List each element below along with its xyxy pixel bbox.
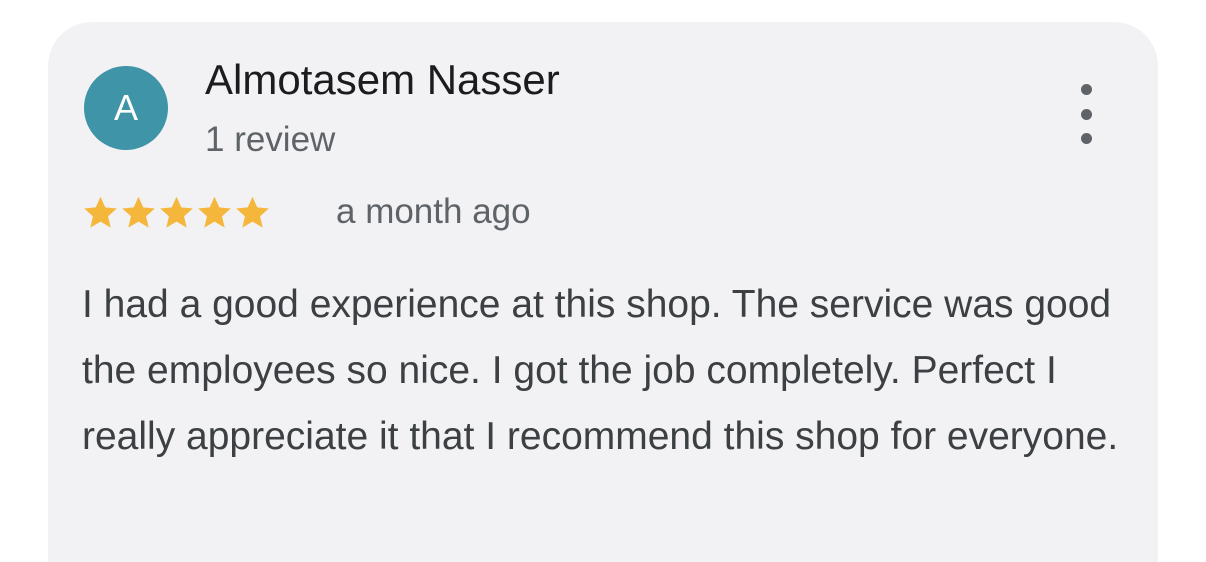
- reviewer-review-count: 1 review: [205, 120, 336, 159]
- reviewer-name[interactable]: Almotasem Nasser: [205, 56, 560, 104]
- avatar[interactable]: A: [84, 66, 168, 150]
- star-icon: [122, 196, 155, 228]
- star-icon: [160, 196, 193, 228]
- more-vert-icon: [1080, 84, 1092, 95]
- more-options-button[interactable]: [1064, 84, 1108, 144]
- review-time: a month ago: [336, 192, 531, 231]
- star-rating: [82, 190, 272, 234]
- review-text: I had a good experience at this shop. Th…: [82, 283, 1119, 458]
- star-icon: [236, 196, 269, 228]
- review-card: A Almotasem Nasser 1 review a month ago …: [48, 22, 1158, 562]
- star-icon: [84, 196, 117, 228]
- more-vert-icon-dot: [1080, 133, 1092, 144]
- star-icon: [198, 196, 231, 228]
- avatar-initial: A: [113, 87, 138, 128]
- more-vert-icon-dot: [1080, 108, 1092, 120]
